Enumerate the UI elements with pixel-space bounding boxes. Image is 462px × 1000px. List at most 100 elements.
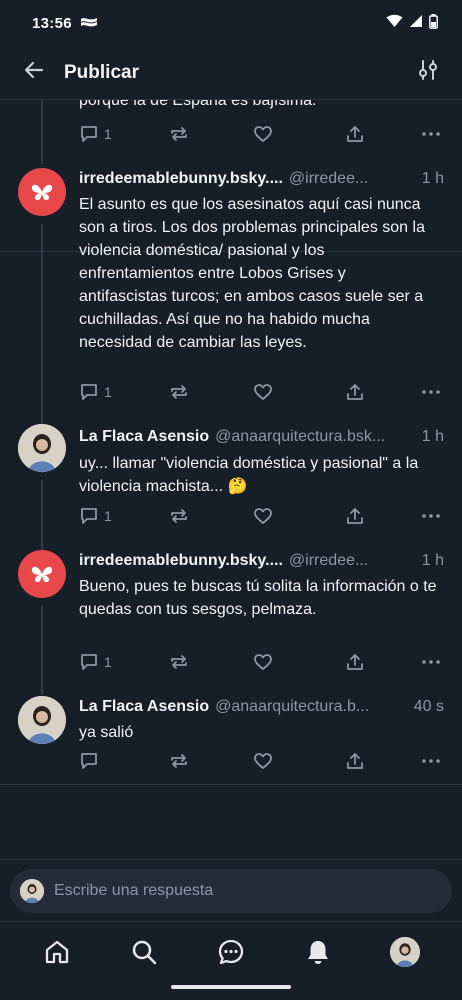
thread-feed[interactable]: porque la de España es bajísima. 1 irred… [0,100,462,788]
share-icon [346,508,363,524]
post-text: El asunto es que los asesinatos aquí cas… [79,196,425,351]
like-icon [254,384,272,400]
back-arrow-icon [22,58,46,87]
author-name[interactable]: La Flaca Asensio [79,698,209,716]
more-icon [422,132,440,136]
author-name[interactable]: La Flaca Asensio [79,428,209,446]
home-icon [46,940,69,964]
reply-icon [81,126,97,142]
post-text: Bueno, pues te buscas tú solita la infor… [79,578,437,618]
avatar[interactable] [18,424,66,472]
avatar[interactable] [18,550,66,598]
thread-filter-button[interactable] [412,57,444,89]
divider [0,859,462,860]
like-button[interactable] [253,751,345,771]
share-button[interactable] [345,652,421,672]
like-button[interactable] [253,382,345,402]
reply-count: 1 [104,126,112,142]
reply-button[interactable]: 1 [79,506,169,526]
share-button[interactable] [345,506,421,526]
repost-button[interactable] [169,652,253,672]
post-time: 1 h [421,552,444,569]
repost-button[interactable] [169,124,253,144]
reply-button[interactable]: 1 [79,124,169,144]
repost-icon [170,509,187,523]
post-header: irredeemablebunny.bsky.... @irredee... 1… [79,552,444,570]
share-icon [346,384,363,400]
reply-button[interactable] [79,751,169,771]
reply-icon [81,508,97,524]
more-button[interactable] [421,382,441,402]
more-button[interactable] [421,652,441,672]
reply-button[interactable]: 1 [79,382,169,402]
more-button[interactable] [421,506,441,526]
reply-count: 1 [104,508,112,524]
repost-icon [170,655,187,669]
like-button[interactable] [253,652,345,672]
repost-button[interactable] [169,382,253,402]
avatar [389,937,420,967]
share-button[interactable] [345,751,421,771]
post-time: 1 h [421,428,444,445]
post-time: 40 s [413,698,444,715]
share-button[interactable] [345,124,421,144]
author-handle[interactable]: @anaarquitectura.b... [215,698,408,716]
avatar[interactable] [18,168,66,216]
repost-icon [170,754,187,768]
home-indicator[interactable] [171,985,291,989]
chat-icon [218,939,244,965]
divider [0,921,462,922]
post-actions: 1 [79,650,441,674]
back-button[interactable] [18,57,50,89]
like-icon [254,508,272,524]
author-name[interactable]: irredeemablebunny.bsky.... [79,170,283,188]
reply-icon [81,654,97,670]
post-time: 1 h [421,170,444,187]
top-app-bar: Publicar [0,46,462,100]
thread-post[interactable]: La Flaca Asensio @anaarquitectura.bsk...… [0,424,462,552]
reply-icon [81,753,97,769]
repost-icon [170,385,187,399]
page-title: Publicar [64,61,139,83]
repost-button[interactable] [169,751,253,771]
reply-composer[interactable]: Escribe una respuesta [10,869,452,913]
like-icon [254,753,272,769]
author-handle[interactable]: @anaarquitectura.bsk... [215,428,416,446]
flag-icon [80,15,98,32]
share-icon [346,654,363,670]
thread-post[interactable]: irredeemablebunny.bsky.... @irredee... 1… [0,550,462,695]
share-button[interactable] [345,382,421,402]
profile-photo-icon [18,424,66,472]
like-button[interactable] [253,506,345,526]
post-header: irredeemablebunny.bsky.... @irredee... 1… [79,170,444,188]
status-time: 13:56 [32,14,72,32]
author-handle[interactable]: @irredee... [289,552,416,570]
more-icon [422,514,440,518]
tab-profile[interactable] [383,930,427,974]
more-button[interactable] [421,124,441,144]
more-icon [422,759,440,763]
post-actions: 1 [79,122,441,146]
post-header: La Flaca Asensio @anaarquitectura.bsk...… [79,428,444,446]
profile-photo-icon [18,696,66,744]
wifi-icon [386,14,403,32]
tab-notifications[interactable] [296,930,340,974]
author-handle[interactable]: @irredee... [289,170,416,188]
tab-home[interactable] [35,930,79,974]
thread-post[interactable]: La Flaca Asensio @anaarquitectura.b... 4… [0,696,462,784]
tab-search[interactable] [122,930,166,974]
share-icon [346,126,363,142]
reply-button[interactable]: 1 [79,652,169,672]
more-button[interactable] [421,751,441,771]
author-name[interactable]: irredeemablebunny.bsky.... [79,552,283,570]
avatar[interactable] [18,696,66,744]
bottom-tab-bar [0,924,462,980]
post-actions [79,749,441,773]
tab-chat[interactable] [209,930,253,974]
thread-line [41,606,43,695]
reply-icon [81,384,97,400]
post-actions: 1 [79,380,441,404]
repost-button[interactable] [169,506,253,526]
repost-icon [170,127,187,141]
like-button[interactable] [253,124,345,144]
